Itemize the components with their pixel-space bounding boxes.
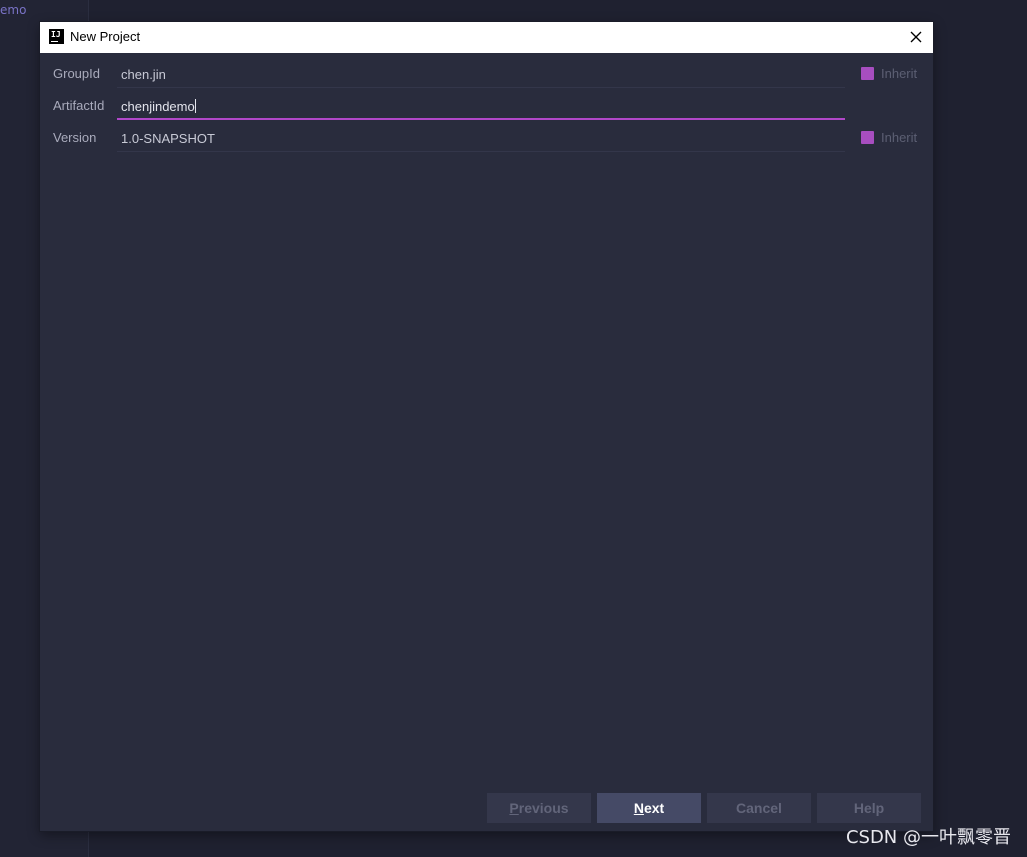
app-icon-text: IJ (51, 30, 61, 39)
version-value: 1.0-SNAPSHOT (121, 131, 215, 146)
groupid-inherit-label: Inherit (881, 66, 918, 81)
groupid-label: GroupId (53, 66, 100, 81)
version-row: Version 1.0-SNAPSHOT Inherit (40, 123, 933, 153)
next-button[interactable]: Next (597, 793, 701, 823)
groupid-input[interactable]: chen.jin (117, 61, 845, 88)
checkbox-checked-icon (861, 67, 874, 80)
version-input[interactable]: 1.0-SNAPSHOT (117, 125, 845, 152)
dialog-title: New Project (70, 29, 141, 44)
new-project-dialog: IJ New Project GroupId chen.jin Inherit … (40, 22, 933, 831)
groupid-row: GroupId chen.jin Inherit (40, 59, 933, 89)
version-inherit-label: Inherit (881, 130, 918, 145)
help-button[interactable]: Help (817, 793, 921, 823)
next-label-rest: ext (643, 800, 665, 816)
checkbox-checked-icon (861, 131, 874, 144)
next-mnemonic: N (633, 800, 644, 816)
cancel-button[interactable]: Cancel (707, 793, 811, 823)
artifactid-label: ArtifactId (53, 98, 105, 113)
previous-mnemonic: P (509, 800, 519, 816)
background-project-label: emo (0, 3, 27, 17)
close-icon (910, 31, 922, 43)
dialog-titlebar[interactable]: IJ New Project (40, 22, 933, 53)
artifactid-row: ArtifactId chenjindemo (40, 91, 933, 121)
artifactid-value: chenjindemo (121, 99, 195, 114)
intellij-logo-icon: IJ (49, 29, 64, 44)
artifactid-input[interactable]: chenjindemo (117, 93, 845, 120)
close-button[interactable] (905, 26, 927, 48)
csdn-watermark: CSDN @一叶飘零晋 (845, 827, 1011, 848)
previous-label-rest: revious (518, 800, 569, 816)
previous-button[interactable]: Previous (487, 793, 591, 823)
version-label: Version (53, 130, 97, 145)
artifactid-value-wrap: chenjindemo (121, 99, 196, 114)
groupid-value: chen.jin (121, 67, 166, 82)
text-caret (194, 99, 196, 113)
